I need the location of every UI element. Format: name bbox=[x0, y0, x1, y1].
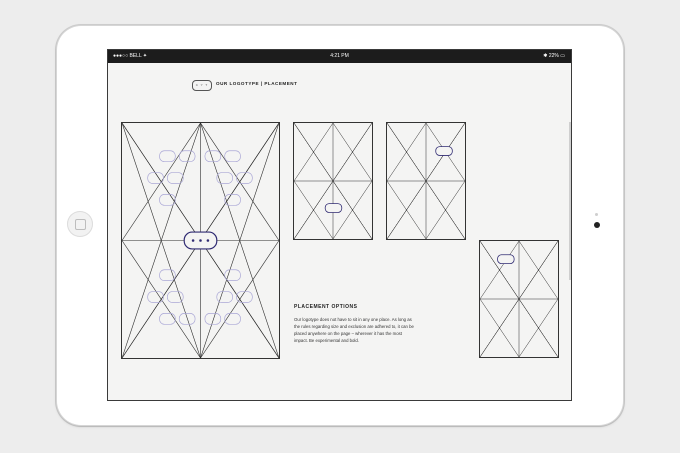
page-title: OUR LOGOTYPE | PLACEMENT bbox=[216, 81, 298, 86]
placement-grid-lines-3 bbox=[480, 241, 558, 357]
proximity-sensor bbox=[595, 213, 598, 216]
placement-panel-bottom bbox=[293, 122, 373, 240]
front-camera bbox=[594, 222, 600, 228]
scrollbar[interactable] bbox=[569, 122, 571, 280]
home-square-icon bbox=[75, 219, 86, 230]
status-time: 4:21 PM bbox=[330, 53, 349, 59]
screen: ●●●○○ BELL ✦ 4:21 PM ✱ 22% ▭ C Y T OUR L… bbox=[107, 49, 572, 401]
placement-grid-lines bbox=[294, 123, 372, 239]
placement-grid-lines-2 bbox=[387, 123, 465, 239]
status-bar: ●●●○○ BELL ✦ 4:21 PM ✱ 22% ▭ bbox=[108, 50, 571, 63]
battery-status: ✱ 22% ▭ bbox=[543, 53, 565, 59]
placement-panel-right bbox=[386, 122, 466, 240]
home-button[interactable] bbox=[67, 211, 93, 237]
large-grid-panel bbox=[121, 122, 280, 359]
placement-options-body: Our logotype does not have to sit in any… bbox=[294, 317, 414, 343]
placement-panel-top bbox=[479, 240, 559, 358]
large-grid-lines bbox=[122, 123, 279, 358]
logotype-badge: C Y T bbox=[192, 80, 212, 91]
placement-options-title: PLACEMENT OPTIONS bbox=[294, 304, 358, 310]
